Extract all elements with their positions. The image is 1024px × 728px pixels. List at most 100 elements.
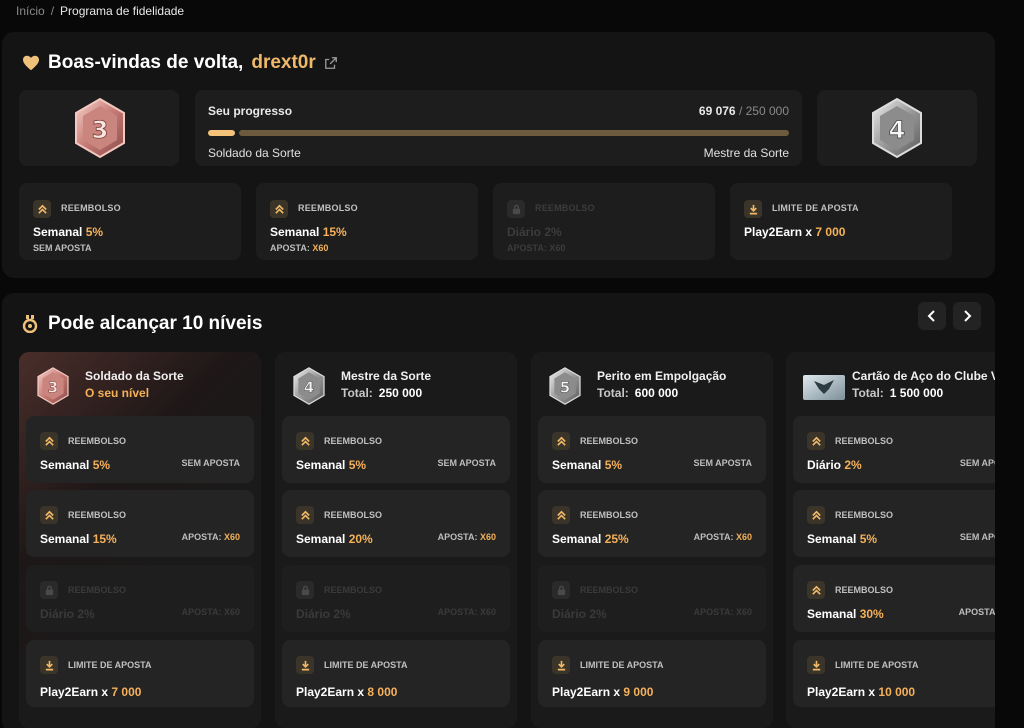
level-perk[interactable]: REEMBOLSO Semanal 5% SEM APOSTA [538, 416, 766, 483]
your-level-label: O seu nível [85, 386, 149, 400]
level-name: Mestre da Sorte [341, 369, 432, 383]
perk-wager: SEM APOSTA [437, 458, 496, 468]
level-badge-number: 5 [560, 378, 570, 396]
level-card: 3 Soldado da Sorte O seu nível REEMBOLSO Sem… [19, 352, 261, 728]
perk-value-prefix: Play2Earn x [552, 685, 621, 699]
chevron-up-icon [807, 581, 825, 599]
level-perk[interactable]: LIMITE DE APOSTA Play2Earn x 8 000 [282, 640, 510, 707]
level-name: Soldado da Sorte [85, 369, 184, 383]
level-perk[interactable]: REEMBOLSO Semanal 5% SEM APOSTA [26, 416, 254, 483]
perk-value-highlight: 5% [604, 458, 623, 472]
level-perk[interactable]: REEMBOLSO Diário 2% SEM APOS [793, 416, 995, 483]
perk-wager-highlight: X60 [223, 607, 240, 617]
level-sub-label: Total: [852, 386, 884, 400]
perk-value-prefix: Diário [40, 607, 75, 621]
perk-wager: APOSTA: X60 [694, 607, 752, 617]
level-name: Cartão de Aço do Clube V [852, 369, 995, 383]
level-perk[interactable]: REEMBOLSO Diário 2% APOSTA: X60 [538, 565, 766, 632]
perk-wager-prefix: SEM APOS [959, 532, 995, 542]
perk-wager: APOSTA: X60 [438, 532, 496, 542]
perk-value: Semanal 5% [552, 458, 622, 472]
perk-value: Play2Earn x 9 000 [552, 685, 653, 699]
level-total-value: 600 000 [634, 386, 679, 400]
level-perk[interactable]: REEMBOLSO Diário 2% APOSTA: X60 [282, 565, 510, 632]
chevron-up-icon [296, 432, 314, 450]
perk-wager-highlight: X60 [479, 607, 496, 617]
level-badge-icon: 4 [291, 366, 327, 406]
perk-wager: APOSTA: X [959, 607, 995, 617]
perk-wager-highlight: X60 [223, 532, 240, 542]
perk-value: Semanal 5% [296, 458, 366, 472]
perk-value-prefix: Diário [807, 458, 842, 472]
level-sub-label: Total: [341, 386, 373, 400]
perk-label: REEMBOLSO [580, 510, 639, 520]
download-icon [552, 656, 570, 674]
perk-label: REEMBOLSO [580, 436, 639, 446]
perk-value-highlight: 20% [348, 532, 373, 546]
perk-label: REEMBOLSO [835, 436, 894, 446]
perk-wager-highlight: X60 [479, 532, 496, 542]
perk-wager: APOSTA: X60 [438, 607, 496, 617]
level-perk[interactable]: REEMBOLSO Semanal 15% APOSTA: X60 [26, 490, 254, 557]
steel-card-icon [802, 366, 845, 406]
chevron-up-icon [296, 506, 314, 524]
perk-wager: SEM APOS [960, 532, 995, 542]
perk-wager: APOSTA: X60 [182, 607, 240, 617]
perk-label: REEMBOLSO [580, 585, 639, 595]
perk-value-highlight: 15% [92, 532, 117, 546]
perk-value: Diário 2% [552, 607, 607, 621]
perk-label: LIMITE DE APOSTA [324, 660, 408, 670]
perk-wager-prefix: SEM APOSTA [181, 458, 240, 468]
perk-wager-prefix: APOSTA: [437, 532, 478, 542]
perk-label: LIMITE DE APOSTA [68, 660, 152, 670]
level-total-value: 250 000 [378, 386, 423, 400]
perk-value-prefix: Semanal [40, 532, 90, 546]
perk-value: Semanal 5% [40, 458, 110, 472]
download-icon [296, 656, 314, 674]
perk-wager: SEM APOS [960, 458, 995, 468]
perk-value-prefix: Play2Earn x [40, 685, 109, 699]
perk-wager-prefix: APOSTA: [693, 532, 734, 542]
level-perk[interactable]: REEMBOLSO Semanal 30% APOSTA: X [793, 565, 995, 632]
perk-value-prefix: Semanal [40, 458, 90, 472]
level-perk[interactable]: REEMBOLSO Semanal 20% APOSTA: X60 [282, 490, 510, 557]
chevron-up-icon [40, 432, 58, 450]
perk-value-prefix: Semanal [552, 458, 602, 472]
perk-value-prefix: Semanal [552, 532, 602, 546]
perk-label: REEMBOLSO [835, 510, 894, 520]
chevron-up-icon [552, 506, 570, 524]
perk-wager-prefix: APOSTA: [181, 607, 222, 617]
chevron-up-icon [40, 506, 58, 524]
perk-value: Semanal 5% [807, 532, 877, 546]
perk-value-prefix: Play2Earn x [807, 685, 876, 699]
level-name: Perito em Empolgação [597, 369, 727, 383]
perk-value: Play2Earn x 7 000 [40, 685, 141, 699]
level-sub-label: O seu nível [85, 386, 150, 400]
level-perk[interactable]: REEMBOLSO Semanal 5% SEM APOS [793, 490, 995, 557]
lock-icon [40, 581, 58, 599]
perk-value-highlight: 2% [77, 607, 95, 621]
level-perk[interactable]: REEMBOLSO Semanal 25% APOSTA: X60 [538, 490, 766, 557]
download-icon [40, 656, 58, 674]
perk-value-highlight: 30% [859, 607, 884, 621]
perk-value: Semanal 25% [552, 532, 629, 546]
perk-value-prefix: Semanal [296, 532, 346, 546]
level-perk[interactable]: LIMITE DE APOSTA Play2Earn x 10 000 [793, 640, 995, 707]
level-sub-label: Total: [597, 386, 629, 400]
level-perk[interactable]: REEMBOLSO Semanal 5% SEM APOSTA [282, 416, 510, 483]
perk-value-prefix: Diário [552, 607, 587, 621]
level-perk[interactable]: LIMITE DE APOSTA Play2Earn x 7 000 [26, 640, 254, 707]
level-total: Total: 600 000 [597, 386, 678, 400]
perk-wager-prefix: SEM APOSTA [693, 458, 752, 468]
perk-value: Semanal 30% [807, 607, 884, 621]
perk-wager-highlight: X60 [735, 532, 752, 542]
perk-value: Diário 2% [807, 458, 862, 472]
perk-value-highlight: 2% [333, 607, 351, 621]
level-perk[interactable]: LIMITE DE APOSTA Play2Earn x 9 000 [538, 640, 766, 707]
download-icon [807, 656, 825, 674]
perk-wager-prefix: APOSTA: [693, 607, 734, 617]
perk-value-highlight: 5% [859, 532, 878, 546]
perk-label: REEMBOLSO [324, 510, 383, 520]
perk-value-highlight: 9 000 [623, 685, 654, 699]
level-perk[interactable]: REEMBOLSO Diário 2% APOSTA: X60 [26, 565, 254, 632]
